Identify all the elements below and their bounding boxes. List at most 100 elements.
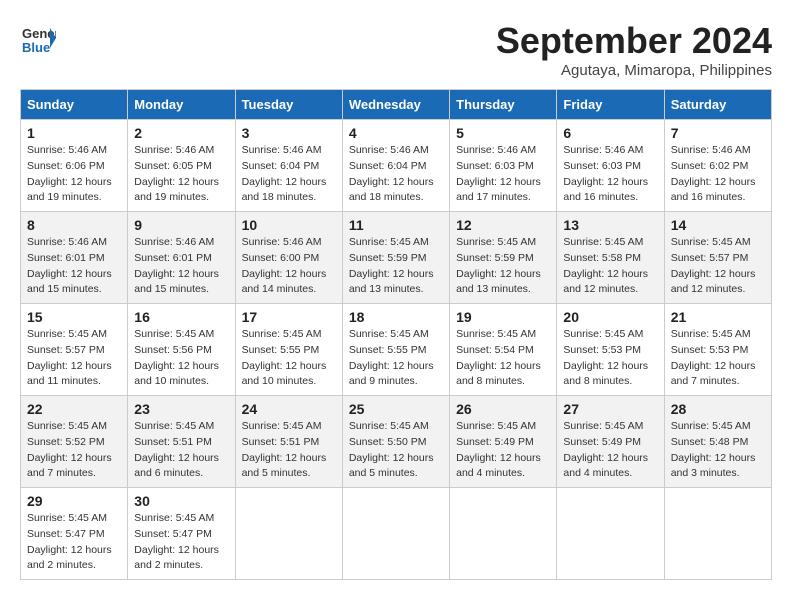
title-block: September 2024 Agutaya, Mimaropa, Philip… (496, 20, 772, 79)
calendar-table: Sunday Monday Tuesday Wednesday Thursday… (20, 89, 772, 580)
location: Agutaya, Mimaropa, Philippines (496, 62, 772, 79)
table-cell: 2 Sunrise: 5:46 AM Sunset: 6:05 PM Daylig… (128, 120, 235, 212)
day-number: 23 (134, 401, 228, 417)
day-info: Sunrise: 5:45 AM Sunset: 5:57 PM Dayligh… (27, 327, 121, 390)
table-cell: 23 Sunrise: 5:45 AM Sunset: 5:51 PM Dayli… (128, 396, 235, 488)
table-cell: 16 Sunrise: 5:45 AM Sunset: 5:56 PM Dayli… (128, 304, 235, 396)
table-cell: 17 Sunrise: 5:45 AM Sunset: 5:55 PM Dayli… (235, 304, 342, 396)
day-number: 14 (671, 217, 765, 233)
table-cell (450, 488, 557, 580)
table-cell (235, 488, 342, 580)
day-number: 25 (349, 401, 443, 417)
day-info: Sunrise: 5:46 AM Sunset: 6:04 PM Dayligh… (349, 143, 443, 206)
day-number: 7 (671, 125, 765, 141)
day-info: Sunrise: 5:45 AM Sunset: 5:56 PM Dayligh… (134, 327, 228, 390)
day-info: Sunrise: 5:46 AM Sunset: 6:03 PM Dayligh… (456, 143, 550, 206)
day-info: Sunrise: 5:46 AM Sunset: 6:00 PM Dayligh… (242, 235, 336, 298)
day-info: Sunrise: 5:45 AM Sunset: 5:49 PM Dayligh… (456, 419, 550, 482)
day-number: 20 (563, 309, 657, 325)
day-info: Sunrise: 5:45 AM Sunset: 5:48 PM Dayligh… (671, 419, 765, 482)
table-cell: 12 Sunrise: 5:45 AM Sunset: 5:59 PM Dayli… (450, 212, 557, 304)
day-number: 12 (456, 217, 550, 233)
day-number: 26 (456, 401, 550, 417)
day-info: Sunrise: 5:45 AM Sunset: 5:49 PM Dayligh… (563, 419, 657, 482)
table-cell: 14 Sunrise: 5:45 AM Sunset: 5:57 PM Dayli… (664, 212, 771, 304)
day-info: Sunrise: 5:45 AM Sunset: 5:54 PM Dayligh… (456, 327, 550, 390)
col-saturday: Saturday (664, 90, 771, 120)
table-cell: 28 Sunrise: 5:45 AM Sunset: 5:48 PM Dayli… (664, 396, 771, 488)
day-info: Sunrise: 5:45 AM Sunset: 5:50 PM Dayligh… (349, 419, 443, 482)
logo: General Blue (20, 20, 56, 56)
day-info: Sunrise: 5:45 AM Sunset: 5:51 PM Dayligh… (242, 419, 336, 482)
month-title: September 2024 (496, 20, 772, 62)
table-cell: 5 Sunrise: 5:46 AM Sunset: 6:03 PM Daylig… (450, 120, 557, 212)
page-header: General Blue September 2024 Agutaya, Mim… (20, 20, 772, 79)
table-cell: 4 Sunrise: 5:46 AM Sunset: 6:04 PM Daylig… (342, 120, 449, 212)
day-info: Sunrise: 5:46 AM Sunset: 6:02 PM Dayligh… (671, 143, 765, 206)
col-thursday: Thursday (450, 90, 557, 120)
table-row: 15Sunrise: 5:45 AM Sunset: 5:57 PM Dayli… (21, 304, 772, 396)
day-number: 13 (563, 217, 657, 233)
table-cell: 11Sunrise: 5:45 AM Sunset: 5:59 PM Dayli… (342, 212, 449, 304)
table-row: 8 Sunrise: 5:46 AM Sunset: 6:01 PM Daylig… (21, 212, 772, 304)
table-cell: 3 Sunrise: 5:46 AM Sunset: 6:04 PM Daylig… (235, 120, 342, 212)
day-info: Sunrise: 5:46 AM Sunset: 6:01 PM Dayligh… (134, 235, 228, 298)
logo-icon: General Blue (20, 20, 56, 56)
day-info: Sunrise: 5:45 AM Sunset: 5:52 PM Dayligh… (27, 419, 121, 482)
day-number: 16 (134, 309, 228, 325)
table-cell: 27 Sunrise: 5:45 AM Sunset: 5:49 PM Dayli… (557, 396, 664, 488)
day-info: Sunrise: 5:45 AM Sunset: 5:57 PM Dayligh… (671, 235, 765, 298)
table-cell: 18Sunrise: 5:45 AM Sunset: 5:55 PM Dayli… (342, 304, 449, 396)
day-info: Sunrise: 5:46 AM Sunset: 6:05 PM Dayligh… (134, 143, 228, 206)
day-info: Sunrise: 5:45 AM Sunset: 5:51 PM Dayligh… (134, 419, 228, 482)
day-info: Sunrise: 5:45 AM Sunset: 5:53 PM Dayligh… (563, 327, 657, 390)
day-number: 1 (27, 125, 121, 141)
day-number: 3 (242, 125, 336, 141)
table-cell: 7 Sunrise: 5:46 AM Sunset: 6:02 PM Daylig… (664, 120, 771, 212)
table-cell: 6 Sunrise: 5:46 AM Sunset: 6:03 PM Daylig… (557, 120, 664, 212)
day-info: Sunrise: 5:45 AM Sunset: 5:58 PM Dayligh… (563, 235, 657, 298)
table-cell: 10 Sunrise: 5:46 AM Sunset: 6:00 PM Dayli… (235, 212, 342, 304)
day-number: 6 (563, 125, 657, 141)
day-info: Sunrise: 5:46 AM Sunset: 6:04 PM Dayligh… (242, 143, 336, 206)
table-cell: 30 Sunrise: 5:45 AM Sunset: 5:47 PM Dayli… (128, 488, 235, 580)
col-monday: Monday (128, 90, 235, 120)
table-cell: 15Sunrise: 5:45 AM Sunset: 5:57 PM Dayli… (21, 304, 128, 396)
day-number: 30 (134, 493, 228, 509)
day-number: 24 (242, 401, 336, 417)
table-cell: 13 Sunrise: 5:45 AM Sunset: 5:58 PM Dayli… (557, 212, 664, 304)
day-info: Sunrise: 5:45 AM Sunset: 5:47 PM Dayligh… (27, 511, 121, 574)
svg-text:Blue: Blue (22, 40, 50, 55)
table-cell: 1Sunrise: 5:46 AM Sunset: 6:06 PM Daylig… (21, 120, 128, 212)
header-row: Sunday Monday Tuesday Wednesday Thursday… (21, 90, 772, 120)
day-info: Sunrise: 5:45 AM Sunset: 5:53 PM Dayligh… (671, 327, 765, 390)
col-wednesday: Wednesday (342, 90, 449, 120)
day-info: Sunrise: 5:45 AM Sunset: 5:55 PM Dayligh… (349, 327, 443, 390)
day-info: Sunrise: 5:45 AM Sunset: 5:59 PM Dayligh… (349, 235, 443, 298)
day-number: 4 (349, 125, 443, 141)
table-cell (342, 488, 449, 580)
day-number: 28 (671, 401, 765, 417)
day-number: 8 (27, 217, 121, 233)
col-sunday: Sunday (21, 90, 128, 120)
table-row: 1Sunrise: 5:46 AM Sunset: 6:06 PM Daylig… (21, 120, 772, 212)
day-info: Sunrise: 5:46 AM Sunset: 6:01 PM Dayligh… (27, 235, 121, 298)
day-number: 17 (242, 309, 336, 325)
table-row: 29Sunrise: 5:45 AM Sunset: 5:47 PM Dayli… (21, 488, 772, 580)
col-friday: Friday (557, 90, 664, 120)
day-number: 21 (671, 309, 765, 325)
day-number: 19 (456, 309, 550, 325)
day-info: Sunrise: 5:46 AM Sunset: 6:03 PM Dayligh… (563, 143, 657, 206)
day-number: 2 (134, 125, 228, 141)
day-info: Sunrise: 5:45 AM Sunset: 5:55 PM Dayligh… (242, 327, 336, 390)
table-cell: 9Sunrise: 5:46 AM Sunset: 6:01 PM Daylig… (128, 212, 235, 304)
table-cell (557, 488, 664, 580)
day-info: Sunrise: 5:45 AM Sunset: 5:59 PM Dayligh… (456, 235, 550, 298)
day-number: 10 (242, 217, 336, 233)
table-cell: 22 Sunrise: 5:45 AM Sunset: 5:52 PM Dayli… (21, 396, 128, 488)
day-number: 27 (563, 401, 657, 417)
day-info: Sunrise: 5:45 AM Sunset: 5:47 PM Dayligh… (134, 511, 228, 574)
day-number: 22 (27, 401, 121, 417)
table-cell: 19 Sunrise: 5:45 AM Sunset: 5:54 PM Dayli… (450, 304, 557, 396)
day-number: 5 (456, 125, 550, 141)
